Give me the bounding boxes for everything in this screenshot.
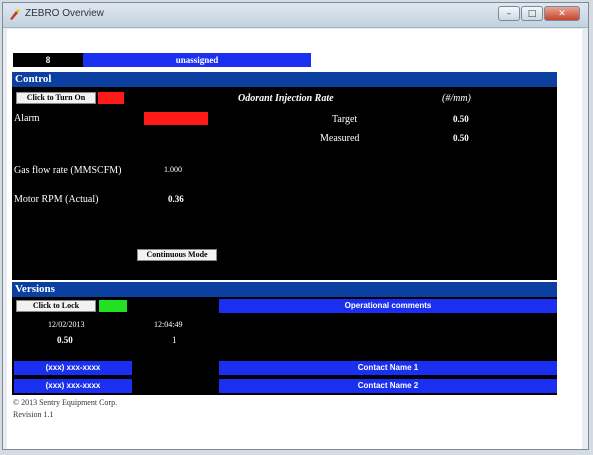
copyright-text: © 2013 Sentry Equipment Corp. [13, 398, 118, 407]
lock-button-label: Click to Lock [32, 301, 80, 310]
slot-number-box: 8 [13, 53, 83, 67]
alarm-indicator [144, 112, 208, 125]
target-label: Target [332, 114, 358, 125]
window-title: ZEBRO Overview [25, 8, 104, 19]
lock-indicator [99, 300, 127, 312]
motor-rpm-value: 0.36 [168, 194, 184, 204]
phone-2: (xxx) xxx-xxxx [45, 381, 101, 390]
assignment-status-box: unassigned [83, 53, 311, 67]
app-window: ZEBRO Overview – □ ✕ 8 unassigned Contro… [2, 2, 589, 450]
slot-number: 8 [45, 55, 51, 65]
version-value-b: 1 [172, 335, 177, 345]
minimize-icon[interactable]: – [498, 6, 520, 21]
control-panel: Click to Turn On Alarm Gas flow rate (MM… [12, 87, 557, 280]
odorant-units: (#/mm) [442, 93, 471, 104]
operational-comments-label: Operational comments [344, 301, 432, 310]
versions-section-header: Versions [12, 282, 557, 297]
odorant-title: Odorant Injection Rate [238, 93, 334, 104]
contact-2: Contact Name 2 [357, 381, 419, 390]
phone-field-2: (xxx) xxx-xxxx [14, 379, 132, 393]
phone-field-1: (xxx) xxx-xxxx [14, 361, 132, 375]
continuous-mode-label: Continuous Mode [146, 250, 208, 259]
control-section-header: Control [12, 72, 557, 87]
version-time: 12:04:49 [154, 320, 183, 329]
contact-1: Contact Name 1 [357, 363, 419, 372]
control-header-label: Control [15, 73, 52, 85]
contact-field-1: Contact Name 1 [219, 361, 557, 375]
assignment-status: unassigned [175, 55, 219, 65]
measured-label: Measured [320, 133, 360, 144]
turn-on-button-label: Click to Turn On [26, 93, 86, 102]
measured-value: 0.50 [453, 133, 469, 143]
target-value: 0.50 [453, 114, 469, 124]
versions-panel: Click to Lock 12/02/2013 12:04:49 0.50 1… [12, 297, 557, 395]
alarm-label: Alarm [14, 113, 40, 124]
window-controls: – □ ✕ [497, 6, 580, 21]
client-area: 8 unassigned Control Click to Turn On Al… [7, 29, 582, 449]
maximize-icon[interactable]: □ [521, 6, 543, 21]
motor-rpm-label: Motor RPM (Actual) [14, 194, 99, 205]
versions-header-label: Versions [15, 283, 55, 295]
close-icon[interactable]: ✕ [544, 6, 580, 21]
app-icon [10, 9, 20, 20]
gas-flow-label: Gas flow rate (MMSCFM) [14, 165, 122, 176]
phone-1: (xxx) xxx-xxxx [45, 363, 101, 372]
power-indicator [98, 92, 124, 104]
operational-comments-header: Operational comments [219, 299, 557, 313]
revision-text: Revision 1.1 [13, 410, 54, 419]
turn-on-button[interactable]: Click to Turn On [16, 92, 96, 104]
lock-button[interactable]: Click to Lock [16, 300, 96, 312]
title-bar[interactable]: ZEBRO Overview – □ ✕ [3, 3, 588, 28]
gas-flow-value: 1.000 [164, 165, 182, 174]
version-value-a: 0.50 [57, 335, 73, 345]
continuous-mode-button[interactable]: Continuous Mode [137, 249, 217, 261]
version-date: 12/02/2013 [48, 320, 85, 329]
contact-field-2: Contact Name 2 [219, 379, 557, 393]
